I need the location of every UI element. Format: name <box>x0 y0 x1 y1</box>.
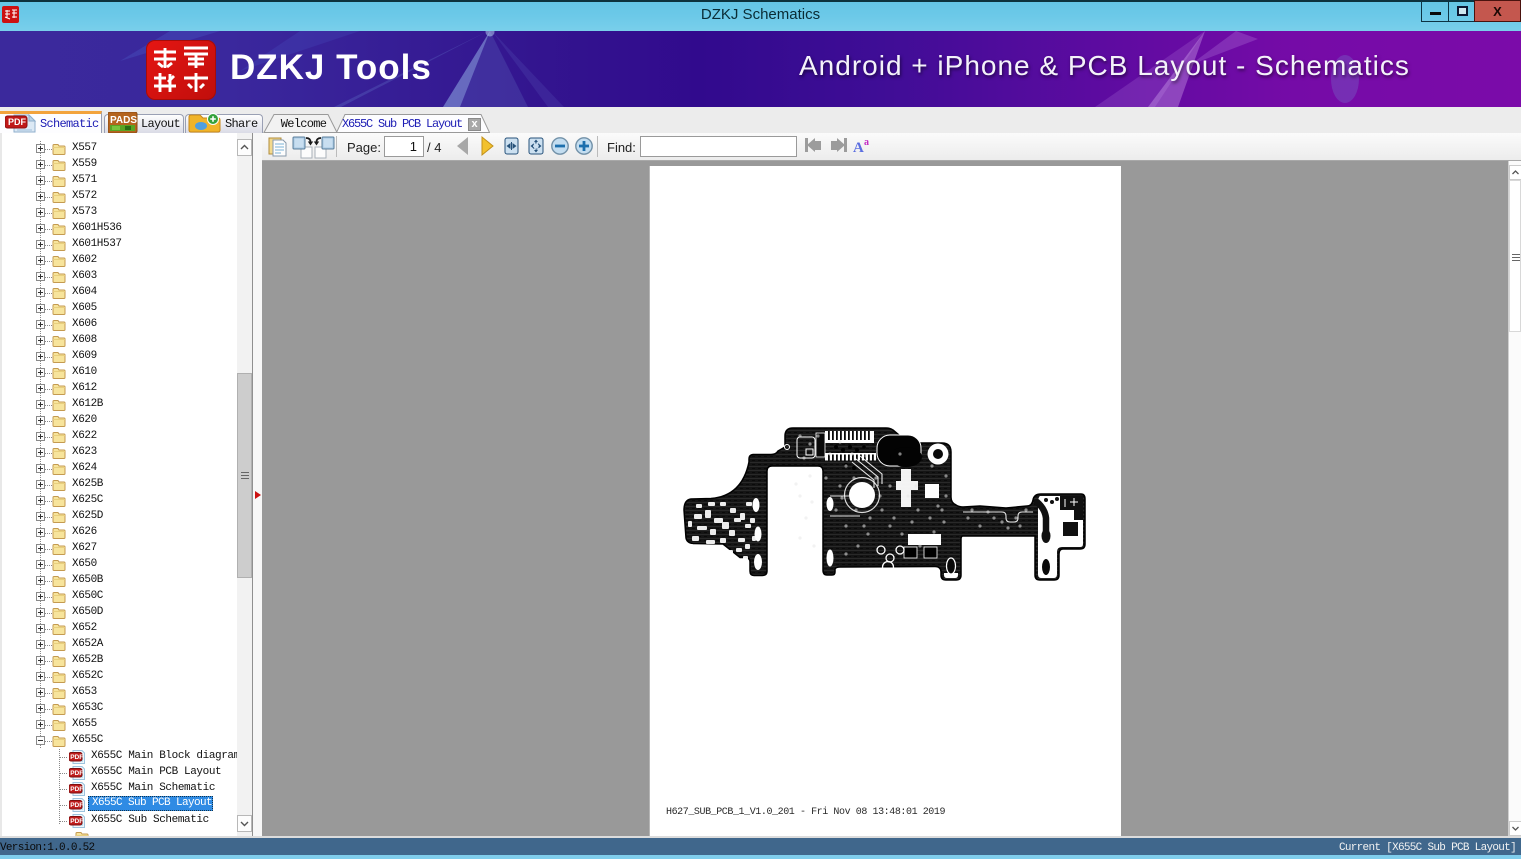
svg-text:A: A <box>853 140 864 156</box>
svg-text:PADS: PADS <box>110 115 137 126</box>
svg-text:PDF: PDF <box>70 754 83 761</box>
svg-text:PDF: PDF <box>8 117 27 127</box>
svg-text:PDF: PDF <box>70 818 83 825</box>
svg-text:PDF: PDF <box>70 786 83 793</box>
svg-text:PDF: PDF <box>70 770 83 777</box>
svg-text:a: a <box>864 137 869 148</box>
svg-text:PDF: PDF <box>70 802 83 809</box>
